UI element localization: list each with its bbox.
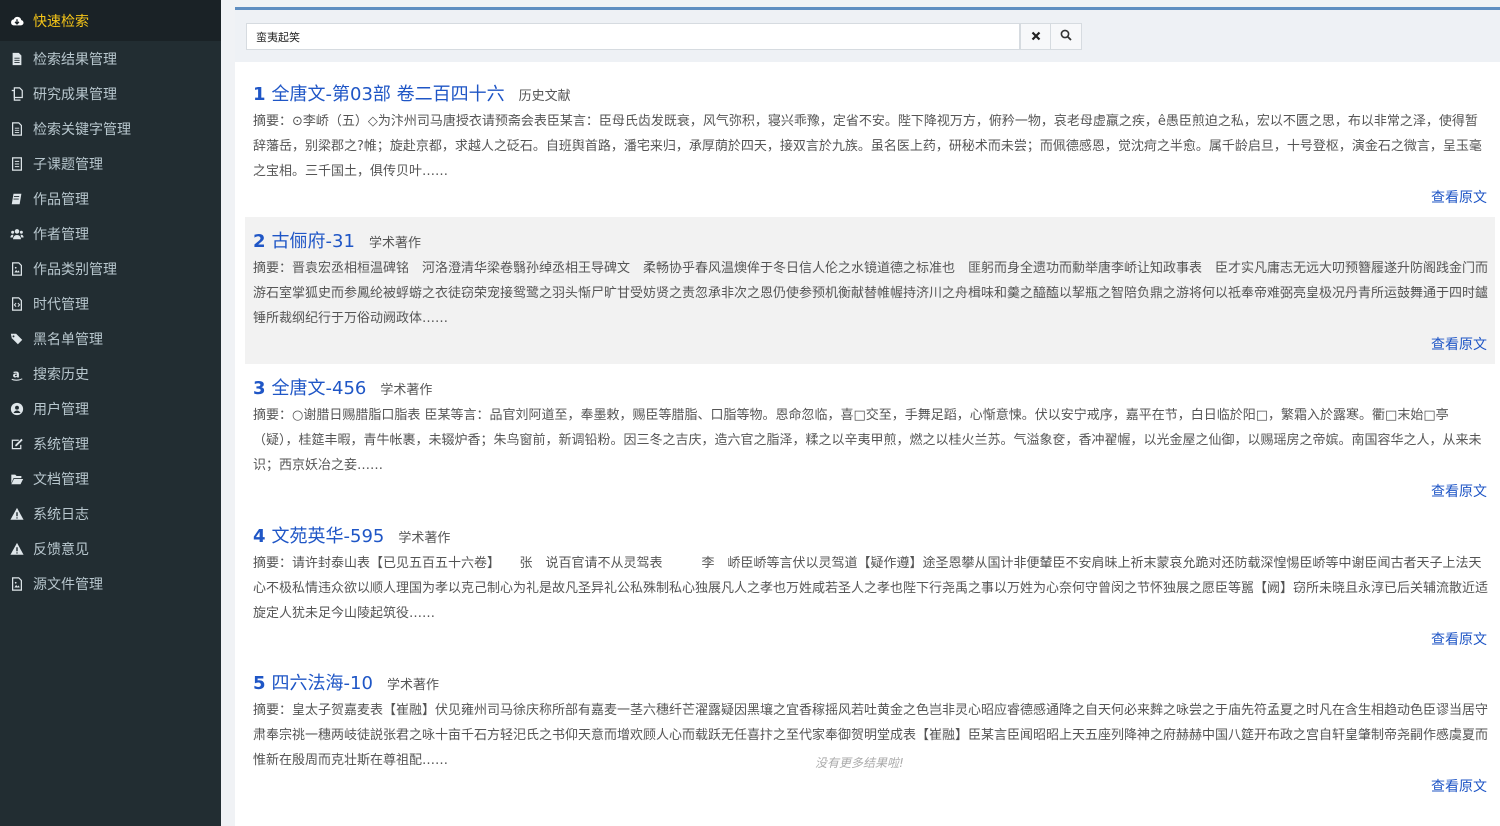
file-text-icon [9, 121, 25, 137]
result-item: 3 全唐文-456 学术著作摘要：○谢腊日赐腊脂口脂表 臣某等言：品官刘阿道至，奉墨… [245, 364, 1495, 512]
sidebar-item-label: 反馈意见 [33, 541, 89, 558]
result-title-text[interactable]: 全唐文-456 [272, 378, 367, 399]
sidebar-item-label: 用户管理 [33, 401, 89, 418]
sidebar-item-label: 快速检索 [33, 13, 89, 30]
tags-icon [9, 331, 25, 347]
sidebar-item-13[interactable]: 文档管理 [0, 461, 221, 496]
search-bar [235, 10, 1500, 62]
copy-icon [9, 86, 25, 102]
sidebar-item-0[interactable]: 快速检索 [0, 0, 221, 41]
sidebar-item-label: 黑名单管理 [33, 331, 103, 348]
view-original-link[interactable]: 查看原文 [1431, 776, 1487, 796]
sidebar-item-14[interactable]: 系统日志 [0, 496, 221, 531]
edit-icon [9, 436, 25, 452]
sidebar-item-label: 子课题管理 [33, 156, 103, 173]
sidebar-item-label: 时代管理 [33, 296, 89, 313]
result-title-text[interactable]: 全唐文-第03部 卷二百四十六 [272, 84, 505, 105]
result-category: 学术著作 [386, 678, 439, 693]
file-image-icon [9, 261, 25, 277]
result-title[interactable]: 5 四六法海-10 学术著作 [253, 669, 439, 695]
result-category: 学术著作 [398, 531, 451, 546]
sidebar-item-label: 作者管理 [33, 226, 89, 243]
view-original-link[interactable]: 查看原文 [1431, 481, 1487, 501]
result-number: 1 [253, 84, 266, 105]
book-icon [9, 191, 25, 207]
result-abstract: 摘要：⊙李峤（五）◇为汴州司马唐授衣请预斋会表臣某言：臣母氏齿发既衰，风气弥积，… [253, 114, 1482, 179]
result-category: 历史文献 [518, 89, 571, 104]
sidebar-item-15[interactable]: 反馈意见 [0, 531, 221, 566]
sidebar-item-label: 研究成果管理 [33, 86, 117, 103]
file-code-icon [9, 296, 25, 312]
result-item: 1 全唐文-第03部 卷二百四十六 历史文献摘要：⊙李峤（五）◇为汴州司马唐授衣请预… [245, 70, 1495, 217]
result-abstract: 摘要：○谢腊日赐腊脂口脂表 臣某等言：品官刘阿道至，奉墨敕，赐臣等腊脂、口脂等物… [253, 408, 1482, 473]
file-icon [9, 51, 25, 67]
times-icon [1031, 30, 1041, 44]
result-abstract: 摘要：请许封泰山表【已见五百五十六卷】 张 说百官请不从灵驾表 李 峤臣峤等言伏… [253, 556, 1489, 621]
sidebar: 快速检索检索结果管理 研究成果管理 检索关键字管理 子课题管理作品管理作者管理作品类别… [0, 0, 221, 826]
result-title-text[interactable]: 文苑英华-595 [272, 526, 385, 547]
sidebar-item-label: 文档管理 [33, 471, 89, 488]
result-number: 3 [253, 378, 266, 399]
result-title[interactable]: 1 全唐文-第03部 卷二百四十六 历史文献 [253, 80, 571, 106]
warning-icon [9, 541, 25, 557]
folder-open-icon [9, 471, 25, 487]
sidebar-item-8[interactable]: 时代管理 [0, 286, 221, 321]
file-image-icon [9, 576, 25, 592]
amazon-icon: a [9, 366, 25, 382]
search-icon [1060, 29, 1072, 44]
result-title[interactable]: 3 全唐文-456 学术著作 [253, 374, 432, 400]
sidebar-item-label: 检索结果管理 [33, 51, 117, 68]
result-title-text[interactable]: 古俪府-31 [272, 231, 355, 252]
sidebar-item-label: 系统管理 [33, 436, 89, 453]
result-number: 4 [253, 526, 266, 547]
sidebar-item-2[interactable]: 研究成果管理 [0, 76, 221, 111]
result-item: 4 文苑英华-595 学术著作摘要：请许封泰山表【已见五百五十六卷】 张 说百官请不… [245, 512, 1495, 659]
result-number: 2 [253, 231, 266, 252]
sidebar-item-label: 检索关键字管理 [33, 121, 131, 138]
svg-text:a: a [13, 368, 20, 380]
search-button[interactable] [1050, 23, 1082, 50]
sidebar-item-10[interactable]: a 搜索历史 [0, 356, 221, 391]
no-more-results-note: 没有更多结果啦! [815, 756, 904, 770]
sidebar-item-label: 搜索历史 [33, 366, 89, 383]
search-input[interactable] [246, 23, 1020, 50]
sidebar-item-7[interactable]: 作品类别管理 [0, 251, 221, 286]
result-title-text[interactable]: 四六法海-10 [272, 673, 373, 694]
result-title[interactable]: 4 文苑英华-595 学术著作 [253, 522, 450, 548]
sidebar-item-1[interactable]: 检索结果管理 [0, 41, 221, 76]
sidebar-item-4[interactable]: 子课题管理 [0, 146, 221, 181]
result-category: 学术著作 [380, 383, 433, 398]
users-icon [9, 226, 25, 242]
sidebar-item-3[interactable]: 检索关键字管理 [0, 111, 221, 146]
result-category: 学术著作 [368, 236, 421, 251]
sidebar-item-12[interactable]: 系统管理 [0, 426, 221, 461]
result-item: 2 古俪府-31 学术著作摘要：晋袁宏丞相桓温碑铭 河洛澄清华梁卷翳孙绰丞相王导碑文… [245, 217, 1495, 364]
sidebar-item-9[interactable]: 黑名单管理 [0, 321, 221, 356]
view-original-link[interactable]: 查看原文 [1431, 334, 1487, 354]
warning-icon [9, 506, 25, 522]
list-icon [9, 156, 25, 172]
user-circle-icon [9, 401, 25, 417]
result-number: 5 [253, 673, 266, 694]
sidebar-item-label: 源文件管理 [33, 576, 103, 593]
result-abstract: 摘要：晋袁宏丞相桓温碑铭 河洛澄清华梁卷翳孙绰丞相王导碑文 柔畅协乎春风温燠侔于… [253, 261, 1489, 326]
sidebar-item-11[interactable]: 用户管理 [0, 391, 221, 426]
sidebar-item-5[interactable]: 作品管理 [0, 181, 221, 216]
clear-button[interactable] [1020, 23, 1052, 50]
result-item: 5 四六法海-10 学术著作 摘要：皇太子贺嘉麦表【崔融】伏见雍州司马徐庆称所部有嘉麦… [245, 659, 1495, 809]
main-content: 1 全唐文-第03部 卷二百四十六历史文献摘要：⊙李峤（五）◇为汴州司马唐授衣请预… [235, 0, 1500, 826]
sidebar-item-label: 作品类别管理 [33, 261, 117, 278]
sidebar-item-6[interactable]: 作者管理 [0, 216, 221, 251]
view-original-link[interactable]: 查看原文 [1431, 187, 1487, 207]
view-original-link[interactable]: 查看原文 [1431, 629, 1487, 649]
cloud-icon [9, 13, 25, 29]
result-title[interactable]: 2 古俪府-31 学术著作 [253, 227, 421, 253]
sidebar-item-label: 系统日志 [33, 506, 89, 523]
sidebar-item-16[interactable]: 源文件管理 [0, 566, 221, 601]
results-list: 1 全唐文-第03部 卷二百四十六 历史文献摘要：⊙李峤（五）◇为汴州司马唐授衣请预… [235, 62, 1500, 826]
sidebar-item-label: 作品管理 [33, 191, 89, 208]
